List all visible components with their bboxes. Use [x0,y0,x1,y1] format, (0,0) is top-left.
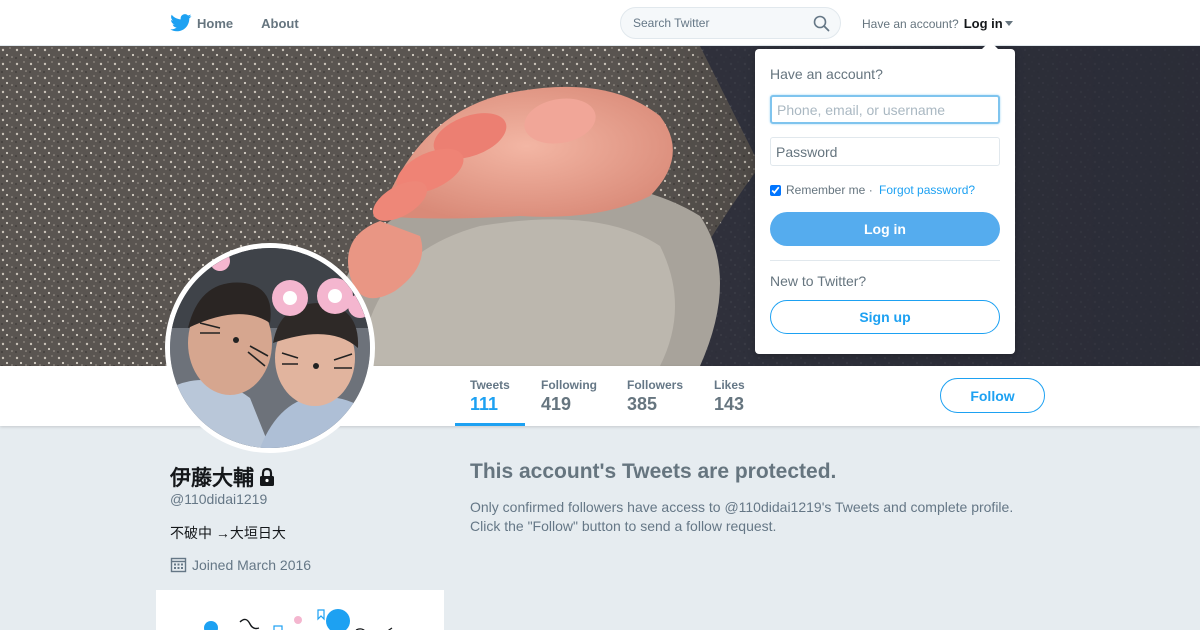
avatar-image [170,248,370,448]
stat-tweets-value: 111 [470,394,499,414]
profile-handle[interactable]: @110didai1219 [170,491,267,507]
signup-button[interactable]: Sign up [770,300,1000,334]
forgot-password-link[interactable]: Forgot password? [879,183,975,197]
nav-left: Home About [170,0,327,46]
follow-button[interactable]: Follow [940,378,1045,413]
new-to-twitter-text: New to Twitter? [770,273,867,289]
stat-likes[interactable]: Likes 143 [699,366,760,426]
stat-likes-label: Likes [714,378,745,392]
stat-following-value: 419 [541,394,572,414]
login-dropdown-toggle[interactable]: Log in [964,16,1013,31]
dropdown-heading: Have an account? [770,66,883,82]
search-box [620,7,841,39]
twitter-bird-icon [170,14,192,32]
nav-about-label: About [261,15,299,31]
login-dropdown: Have an account? Remember me · Forgot pa… [755,41,1015,354]
username-field[interactable] [770,95,1000,124]
search-icon[interactable] [813,15,830,32]
profile-joined-text: Joined March 2016 [192,556,312,573]
stat-followers-label: Followers [627,378,684,392]
protected-title: This account's Tweets are protected. [470,460,837,483]
chevron-down-icon [1004,21,1013,26]
remember-row: Remember me · Forgot password? [770,183,975,197]
login-toggle-label: Log in [963,16,1003,31]
profile-joined: Joined March 2016 [170,556,311,573]
have-account-text: Have an account? [862,16,959,31]
account-prompt: Have an account? Log in [862,16,1013,31]
stat-followers[interactable]: Followers 385 [612,366,698,426]
dropdown-divider [770,260,1000,261]
remember-me-checkbox[interactable] [770,184,781,196]
lock-icon [260,467,274,486]
protected-message: Only confirmed followers have access to … [470,498,1050,536]
profile-bio: 不破中 →大垣日大 [170,525,286,541]
protected-message-line2: Click the "Follow" button to send a foll… [470,518,777,534]
promo-illustration [204,609,393,630]
login-button[interactable]: Log in [770,212,1000,246]
signup-promo-card [156,590,444,630]
nav-home[interactable]: Home [170,14,233,32]
nav-home-label: Home [197,15,234,31]
nav-about[interactable]: About [261,16,299,31]
dropdown-notch [981,41,999,50]
stat-tweets[interactable]: Tweets 111 [455,366,525,426]
remember-separator: · [865,183,877,197]
stat-followers-value: 385 [627,394,658,414]
profile-name: 伊藤大輔 [170,462,276,492]
stat-tweets-label: Tweets [470,378,510,392]
stat-likes-value: 143 [714,394,745,414]
password-field[interactable] [770,137,1000,166]
search-input[interactable] [621,8,801,38]
calendar-icon [170,557,187,573]
stat-following-label: Following [541,378,597,392]
avatar[interactable] [165,243,375,453]
stat-following[interactable]: Following 419 [526,366,612,426]
profile-name-text: 伊藤大輔 [170,467,254,490]
top-navigation: Home About Have an account? Log in [0,0,1200,46]
remember-me-label[interactable]: Remember me [786,183,865,197]
protected-message-line1: Only confirmed followers have access to … [470,499,1014,515]
